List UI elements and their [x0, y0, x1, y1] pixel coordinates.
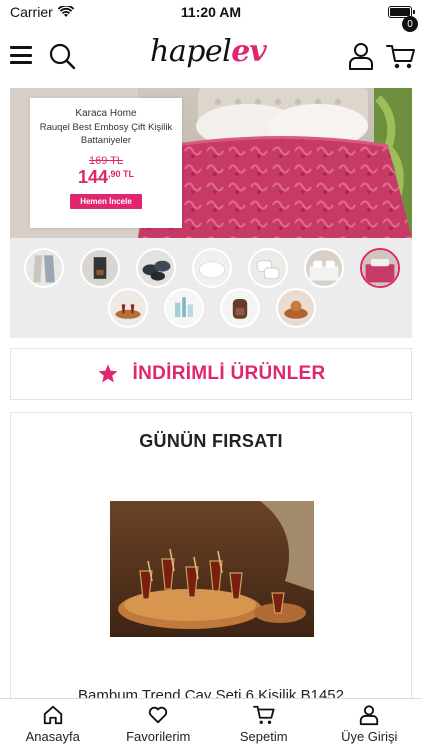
promo-old-price: 169 TL: [88, 155, 124, 167]
thumbnail-copper-set[interactable]: [276, 288, 316, 328]
brand-logo[interactable]: hapel ev: [150, 34, 270, 80]
status-bar: Carrier 11:20 AM: [0, 0, 422, 24]
user-icon[interactable]: [348, 42, 374, 70]
tab-favorites-label: Favorilerim: [126, 729, 191, 744]
tab-home[interactable]: Anasayfa: [0, 699, 106, 750]
home-icon: [43, 705, 62, 725]
heart-icon: [149, 706, 168, 724]
thumbnail-bedding-set[interactable]: [304, 248, 344, 288]
logo-text-ev: ev: [231, 34, 267, 69]
tab-home-label: Anasayfa: [25, 729, 80, 744]
tab-login[interactable]: Üye Girişi: [317, 699, 422, 750]
tab-cart-label: Sepetim: [239, 729, 288, 744]
cart-icon: [252, 705, 275, 724]
tab-cart[interactable]: Sepetim: [211, 699, 317, 750]
menu-button[interactable]: [10, 46, 32, 64]
promo-card: Karaca Home Rauqel Best Embosy Çift Kişi…: [30, 98, 182, 228]
thumbnail-pillows[interactable]: [248, 248, 288, 288]
thumbnail-bathrobes[interactable]: [24, 248, 64, 288]
thumbnail-row-1: [24, 248, 400, 288]
thumbnail-duvet[interactable]: [192, 248, 232, 288]
thumbnail-tea-set[interactable]: [108, 288, 148, 328]
promo-price-cents: ,90 TL: [108, 169, 135, 179]
discounted-products-label: İNDİRİMLİ ÜRÜNLER: [132, 363, 326, 384]
hero-slider: Karaca Home Rauqel Best Embosy Çift Kişi…: [10, 88, 412, 338]
bottom-tab-bar: Anasayfa Favorilerim Sepetim Üye Girişi: [0, 698, 422, 750]
hemen-incele-button[interactable]: Hemen İncele: [70, 194, 142, 209]
promo-price-main: 144: [77, 167, 109, 187]
discounted-products-button[interactable]: İNDİRİMLİ ÜRÜNLER: [10, 348, 412, 400]
deal-of-the-day: GÜNÜN FIRSATI Bambum Trend Çay Seti 6 Ki…: [10, 412, 412, 712]
promo-brand: Karaca Home: [75, 108, 137, 119]
status-left: Carrier: [10, 4, 74, 20]
cart-icon[interactable]: [386, 42, 416, 70]
deal-title: GÜNÜN FIRSATI: [139, 431, 283, 451]
thumbnail-glass-set[interactable]: [164, 288, 204, 328]
search-icon[interactable]: [48, 42, 76, 70]
wifi-icon: [57, 6, 74, 17]
logo-text-hapel: hapel: [150, 34, 232, 69]
thumbnail-cookware[interactable]: [136, 248, 176, 288]
cart-count-badge: 0: [402, 16, 418, 32]
carrier-label: Carrier: [10, 4, 53, 20]
star-icon: [98, 364, 117, 383]
thumbnail-blanket[interactable]: [360, 248, 400, 288]
tea-set-product-image[interactable]: [110, 501, 314, 637]
promo-title: Rauqel Best Embosy Çift Kişilik Battaniy…: [39, 122, 173, 146]
tab-favorites[interactable]: Favorilerim: [106, 699, 212, 750]
thumbnail-row-2: [108, 288, 316, 328]
app-header: hapel ev: [0, 24, 422, 88]
hero-banner[interactable]: Karaca Home Rauqel Best Embosy Çift Kişi…: [10, 88, 412, 238]
thumbnail-coffee-machine[interactable]: [80, 248, 120, 288]
tab-login-label: Üye Girişi: [341, 729, 398, 744]
user-icon: [360, 705, 379, 726]
promo-price: 144,90 TL: [30, 167, 182, 188]
thumbnail-backpack[interactable]: [220, 288, 260, 328]
